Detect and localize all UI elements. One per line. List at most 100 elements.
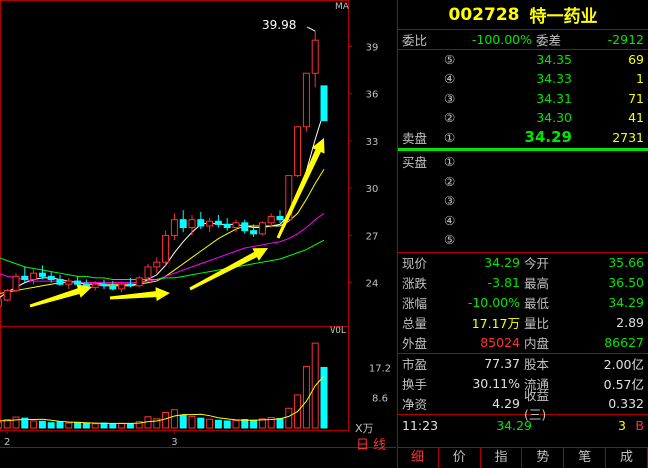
fund-value: 0.57亿 — [603, 377, 644, 392]
price-axis-label: 27 — [366, 231, 379, 242]
stat-row: 外盘 85024 内盘 86627 — [398, 333, 648, 353]
tick-direction: B — [635, 418, 644, 433]
fundamentals-block: 市盈 77.37 股本 2.00亿 换手 30.11% 流通 0.57亿 净资 4.29 收益(三)… — [398, 354, 648, 422]
level-number: ⑤ — [444, 51, 456, 67]
buy-level[interactable]: ③ — [398, 191, 648, 211]
volume-bar — [0, 421, 2, 429]
level-number: ④ — [444, 71, 456, 87]
level-number: ③ — [444, 90, 456, 106]
level-number: ⑤ — [444, 232, 456, 248]
price-ma20-line — [0, 212, 325, 284]
volume-bar — [232, 420, 240, 429]
candle-body — [3, 290, 11, 301]
volume-bar — [170, 409, 178, 429]
candle-body — [47, 275, 55, 280]
buy-level[interactable]: ④ — [398, 211, 648, 231]
panel-tab[interactable]: 势 — [522, 448, 565, 468]
stat-value: 35.66 — [608, 255, 644, 270]
buy-book: 买盘 ① ② ③ ④ ⑤ — [398, 152, 648, 250]
candle-body — [232, 222, 240, 229]
candle-body — [214, 220, 222, 225]
period-daily-button[interactable]: 日线 — [356, 434, 390, 453]
tick-volume: 3 — [618, 418, 626, 433]
weibi-value: -100.00% — [471, 31, 532, 47]
annotation-arrow — [189, 248, 268, 291]
level-number: ① — [444, 154, 456, 170]
panel-tab[interactable]: 细 — [397, 448, 439, 468]
candle-body — [56, 278, 64, 285]
stock-code: 002728 — [448, 4, 520, 25]
volume-bar — [38, 420, 46, 429]
candle-body — [276, 216, 284, 221]
fund-label: 股本 — [524, 357, 550, 372]
panel-tab[interactable]: 笔 — [564, 448, 607, 468]
candle-body — [302, 72, 310, 128]
candle-body — [206, 220, 214, 227]
price-axis-label: 24 — [366, 279, 379, 290]
date-tick-label: 3 — [171, 437, 177, 448]
stat-value: 86627 — [604, 335, 644, 350]
stat-label: 量比 — [524, 316, 550, 331]
sell-level[interactable]: 卖盘 ① 34.29 2731 — [398, 128, 648, 148]
level-volume: 2731 — [612, 129, 644, 145]
price-ma5-line — [0, 110, 325, 298]
buy-level[interactable]: ② — [398, 172, 648, 192]
candle-body — [126, 283, 134, 287]
kline-svg[interactable]: 39 36 33 30 27 24 17.2 8.6 2 3 39.98 — [0, 0, 396, 468]
stat-value: 36.50 — [608, 275, 644, 290]
candle-body — [74, 280, 82, 285]
vol-axis-label: 17.2 — [369, 363, 391, 374]
candle-body — [179, 219, 187, 229]
stat-label: 涨跌 — [402, 276, 428, 291]
candle-body — [250, 230, 258, 235]
stat-value: -3.81 — [487, 275, 520, 290]
volume-bar — [65, 422, 73, 429]
stat-label: 今开 — [524, 256, 550, 271]
candle-body — [118, 283, 126, 290]
book-side-label: 卖盘 — [402, 130, 428, 146]
buy-level[interactable]: 买盘 ① — [398, 152, 648, 172]
stat-row: 涨幅 -10.00% 最低 34.29 — [398, 293, 648, 313]
book-side-label: 买盘 — [402, 155, 428, 171]
buy-level[interactable]: ⑤ — [398, 230, 648, 250]
volume-bar — [285, 407, 293, 429]
price-axis-label: 30 — [366, 184, 379, 195]
volume-bar — [12, 416, 20, 429]
high-marker-pointer — [306, 26, 316, 32]
level-price: 34.35 — [536, 51, 572, 67]
stat-value: 34.29 — [608, 295, 644, 310]
stat-row: 总量 17.17万 量比 2.89 — [398, 313, 648, 333]
candle-body — [241, 222, 249, 232]
sell-level[interactable]: ⑤ 34.35 69 — [398, 50, 648, 70]
tick-row: 11:23 34.29 3 B — [398, 415, 648, 437]
kline-chart[interactable]: 39 36 33 30 27 24 17.2 8.6 2 3 39.98 MA VOL X万 日线 — [0, 0, 396, 468]
candle-body — [311, 39, 319, 74]
stock-title: 002728 特一药业 — [398, 0, 648, 30]
stat-label: 最低 — [524, 296, 550, 311]
level-price: 34.31 — [536, 90, 572, 106]
stat-label: 最高 — [524, 276, 550, 291]
level-number: ③ — [444, 193, 456, 209]
volume-bar — [188, 415, 196, 429]
fund-value: 0.332 — [608, 396, 644, 411]
volume-bar — [126, 423, 134, 429]
level-volume: 71 — [628, 90, 644, 106]
stat-label: 总量 — [402, 316, 428, 331]
fund-row: 市盈 77.37 股本 2.00亿 — [398, 354, 648, 374]
volume-bar — [47, 422, 55, 429]
stat-label: 外盘 — [402, 336, 428, 351]
volume-bar — [250, 419, 258, 429]
sell-level[interactable]: ③ 34.31 71 — [398, 89, 648, 109]
volume-bar — [82, 422, 90, 429]
panel-tab[interactable]: 价 — [439, 448, 481, 468]
panel-tab[interactable]: 指 — [481, 448, 523, 468]
sell-level[interactable]: ④ 34.33 1 — [398, 69, 648, 89]
price-ma60-line — [0, 239, 325, 280]
stats-block: 现价 34.29 今开 35.66 涨跌 -3.81 最高 36.50 涨幅 -10.00% 最低 3… — [398, 253, 648, 353]
level-volume: 41 — [628, 110, 644, 126]
level-volume: 1 — [636, 71, 644, 87]
sell-level[interactable]: ② 34.30 41 — [398, 108, 648, 128]
fund-value: 77.37 — [484, 356, 520, 371]
panel-tab[interactable]: 成 — [606, 448, 648, 468]
candle-body — [144, 266, 152, 279]
